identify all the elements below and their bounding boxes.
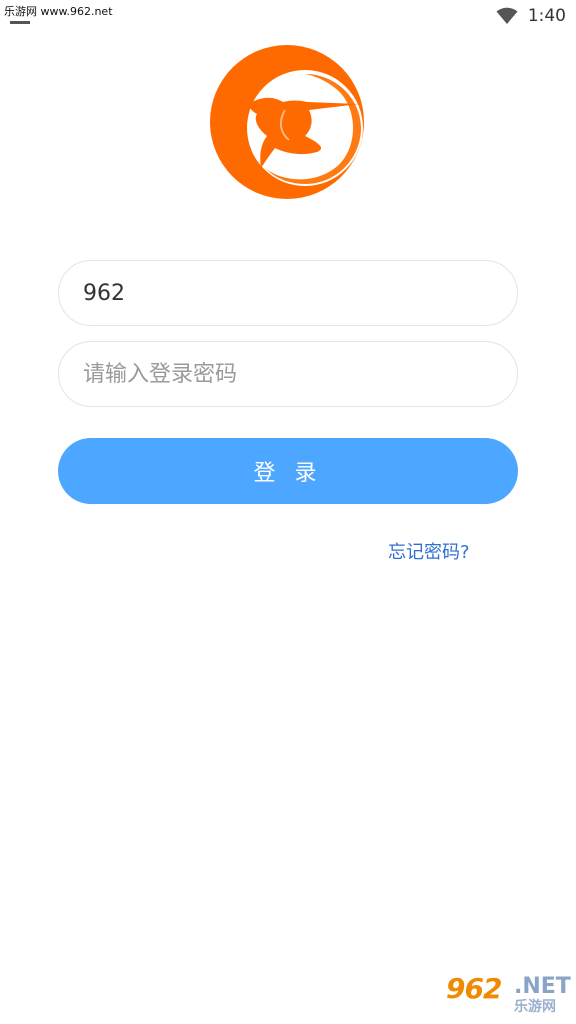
status-time: 1:40: [527, 6, 566, 26]
wifi-icon: [496, 7, 518, 24]
password-input[interactable]: [83, 361, 493, 387]
hummingbird-logo: [210, 45, 364, 199]
status-bar: 乐游网 www.962.net 1:40: [0, 0, 576, 32]
account-input[interactable]: [83, 280, 493, 306]
notification-icon: [10, 21, 30, 24]
account-field[interactable]: [58, 260, 518, 326]
watermark-962: 962: [446, 972, 502, 1005]
status-watermark-text: 乐游网 www.962.net: [4, 5, 113, 18]
site-watermark: 962 .NET 乐游网: [438, 972, 571, 1018]
password-field[interactable]: [58, 341, 518, 407]
login-screen: 乐游网 www.962.net 1:40 登 录 忘记密码? 962 .NET …: [0, 0, 576, 1024]
login-button[interactable]: 登 录: [58, 438, 518, 504]
status-right: 1:40: [496, 4, 566, 28]
forgot-password-link[interactable]: 忘记密码?: [388, 538, 470, 564]
watermark-cn: 乐游网: [514, 999, 556, 1015]
